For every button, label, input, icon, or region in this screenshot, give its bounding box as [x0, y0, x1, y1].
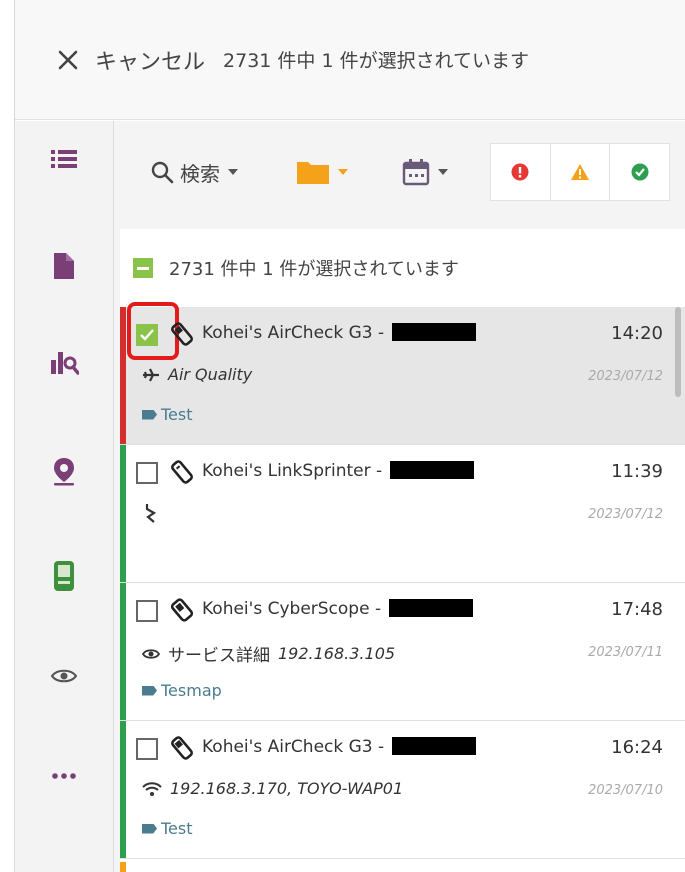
document-icon	[54, 253, 74, 279]
item-time: 17:48	[611, 599, 663, 620]
item-date: 2023/07/10	[588, 783, 663, 798]
chart-search-icon	[51, 352, 79, 375]
status-stripe	[120, 862, 126, 872]
tag-icon	[142, 685, 157, 696]
redacted-block	[392, 737, 477, 755]
sidebar	[15, 121, 114, 872]
item-tag[interactable]: Tesmap	[142, 681, 222, 700]
wifi-icon	[142, 781, 162, 796]
status-filter-warning[interactable]	[551, 144, 611, 200]
tag-icon	[142, 823, 157, 834]
sidebar-item-reports[interactable]	[15, 336, 113, 386]
eye-icon	[51, 669, 77, 683]
item-checkbox[interactable]	[136, 738, 158, 760]
sidebar-item-more[interactable]	[15, 751, 113, 801]
list-icon	[51, 150, 77, 168]
item-date: 2023/07/11	[588, 645, 663, 660]
more-icon	[52, 773, 76, 779]
item-title: Kohei's AirCheck G3 -	[202, 323, 385, 343]
checkmark-icon	[140, 329, 154, 341]
chevron-down-icon	[228, 169, 238, 175]
close-icon	[58, 50, 78, 69]
item-title: Kohei's LinkSprinter -	[202, 461, 383, 481]
folder-icon	[297, 162, 329, 184]
item-tag-label: Tesmap	[161, 681, 222, 700]
item-subtitle-label: サービス詳細	[168, 646, 270, 666]
item-time: 16:24	[611, 737, 663, 758]
main-panel: 検索 2731 件中 1 件が選択されています Kohei's AirCheck…	[114, 121, 685, 872]
sidebar-item-devices[interactable]	[15, 551, 113, 601]
item-checkbox[interactable]	[136, 324, 158, 346]
location-pin-icon	[54, 458, 74, 486]
item-tag[interactable]: Test	[142, 819, 193, 838]
status-stripe	[120, 307, 126, 444]
check-circle-icon	[631, 163, 649, 181]
results-list: 2731 件中 1 件が選択されています Kohei's AirCheck G3…	[120, 229, 685, 872]
date-dropdown[interactable]	[402, 141, 448, 203]
scrollbar-thumb[interactable]	[675, 307, 681, 397]
search-label: 検索	[180, 161, 220, 186]
list-item[interactable]: Kohei's CyberScope - 17:48 サービス詳細 192.16…	[120, 583, 685, 721]
selection-text: 2731 件中 1 件が選択されています	[169, 259, 459, 280]
search-icon	[151, 161, 174, 184]
cable-icon	[145, 504, 157, 523]
item-checkbox[interactable]	[136, 462, 158, 484]
item-subtitle: 192.168.3.105	[278, 644, 396, 663]
sidebar-item-view[interactable]	[15, 651, 113, 701]
selection-count: 2731 件中 1 件が選択されています	[223, 50, 530, 72]
warning-icon	[571, 164, 589, 180]
close-button[interactable]	[53, 45, 83, 75]
cancel-label[interactable]: キャンセル	[95, 44, 205, 76]
item-subtitle: 192.168.3.170, TOYO-WAP01	[170, 779, 404, 798]
chevron-down-icon	[338, 169, 348, 175]
status-filter-error[interactable]	[491, 144, 551, 200]
item-tag-label: Test	[161, 819, 193, 838]
redacted-block	[392, 323, 477, 341]
cyberscope-device-icon	[170, 598, 194, 622]
handheld-device-icon	[54, 561, 74, 591]
item-time: 14:20	[611, 323, 663, 344]
sidebar-item-document[interactable]	[15, 241, 113, 291]
redacted-block	[389, 599, 474, 617]
window-edge	[0, 0, 15, 872]
redacted-block	[390, 461, 475, 479]
search-dropdown[interactable]: 検索	[150, 141, 238, 203]
status-stripe	[120, 445, 126, 582]
item-date: 2023/07/12	[588, 507, 663, 522]
selection-bar: 2731 件中 1 件が選択されています	[120, 229, 685, 308]
item-title: Kohei's CyberScope -	[202, 599, 382, 619]
item-date: 2023/07/12	[588, 369, 663, 384]
list-item[interactable]: Kohei's LinkSprinter - 11:39 2023/07/12	[120, 445, 685, 583]
airchecker-device-icon	[171, 322, 193, 346]
status-filter-group	[490, 143, 670, 201]
linksprinter-device-icon	[171, 460, 193, 484]
item-subtitle: Air Quality	[168, 365, 253, 384]
status-filter-ok[interactable]	[610, 144, 669, 200]
chevron-down-icon	[438, 169, 448, 175]
error-icon	[511, 163, 529, 181]
item-checkbox[interactable]	[136, 600, 158, 622]
item-tag-label: Test	[161, 405, 193, 424]
item-title: Kohei's AirCheck G3 -	[202, 737, 385, 757]
sidebar-item-map[interactable]	[15, 446, 113, 496]
item-time: 11:39	[611, 461, 663, 482]
sidebar-item-list[interactable]	[15, 134, 113, 184]
eye-icon	[142, 648, 160, 659]
calendar-icon	[402, 159, 430, 186]
tag-icon	[142, 409, 157, 420]
status-stripe	[120, 583, 126, 720]
folder-dropdown[interactable]	[296, 141, 348, 203]
list-item[interactable]: Kohei's AirCheck G3 - 14:20 Air Quality …	[120, 302, 685, 445]
selection-header: キャンセル 2731 件中 1 件が選択されています	[15, 0, 685, 120]
select-all-checkbox[interactable]	[133, 258, 153, 278]
minus-icon	[137, 266, 149, 270]
item-tag[interactable]: Test	[142, 405, 193, 424]
airchecker-device-icon	[171, 736, 193, 760]
list-item[interactable]: Kohei's AirCheck G3 - 16:24 192.168.3.17…	[120, 721, 685, 859]
airplane-icon	[143, 368, 159, 381]
status-stripe	[120, 721, 126, 858]
